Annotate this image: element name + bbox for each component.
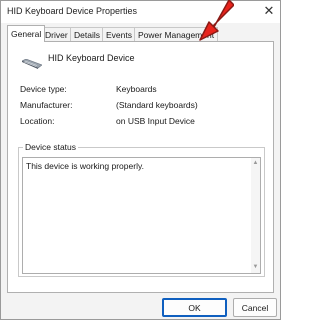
- tab-driver[interactable]: Driver: [41, 27, 72, 41]
- location-label: Location:: [20, 116, 55, 126]
- scroll-up-icon[interactable]: ▲: [251, 159, 260, 168]
- ok-button[interactable]: OK: [162, 298, 227, 317]
- device-type-value: Keyboards: [116, 84, 157, 94]
- location-value: on USB Input Device: [116, 116, 195, 126]
- properties-window: HID Keyboard Device Properties ✕ General…: [0, 0, 281, 320]
- manufacturer-label: Manufacturer:: [20, 100, 73, 110]
- status-scrollbar[interactable]: ▲ ▼: [251, 158, 260, 273]
- red-arrow-icon: [199, 0, 234, 41]
- tab-general[interactable]: General: [7, 25, 46, 42]
- device-status-group: Device status This device is working pro…: [18, 142, 265, 277]
- device-status-text: This device is working properly.: [26, 161, 144, 171]
- device-name: HID Keyboard Device: [48, 53, 135, 63]
- manufacturer-value: (Standard keyboards): [116, 100, 198, 110]
- title-bar: HID Keyboard Device Properties ✕: [1, 1, 280, 23]
- tab-events[interactable]: Events: [102, 27, 136, 41]
- scroll-down-icon[interactable]: ▼: [251, 263, 260, 272]
- device-status-title: Device status: [23, 142, 79, 152]
- general-tab-panel: HID Keyboard Device Device type: Keyboar…: [7, 41, 274, 293]
- window-title: HID Keyboard Device Properties: [7, 6, 138, 16]
- device-type-label: Device type:: [20, 84, 67, 94]
- close-icon[interactable]: ✕: [258, 1, 280, 23]
- tab-details[interactable]: Details: [70, 27, 104, 41]
- cancel-button[interactable]: Cancel: [233, 298, 277, 317]
- keyboard-icon: [22, 59, 42, 69]
- device-status-textbox[interactable]: This device is working properly. ▲ ▼: [22, 157, 261, 274]
